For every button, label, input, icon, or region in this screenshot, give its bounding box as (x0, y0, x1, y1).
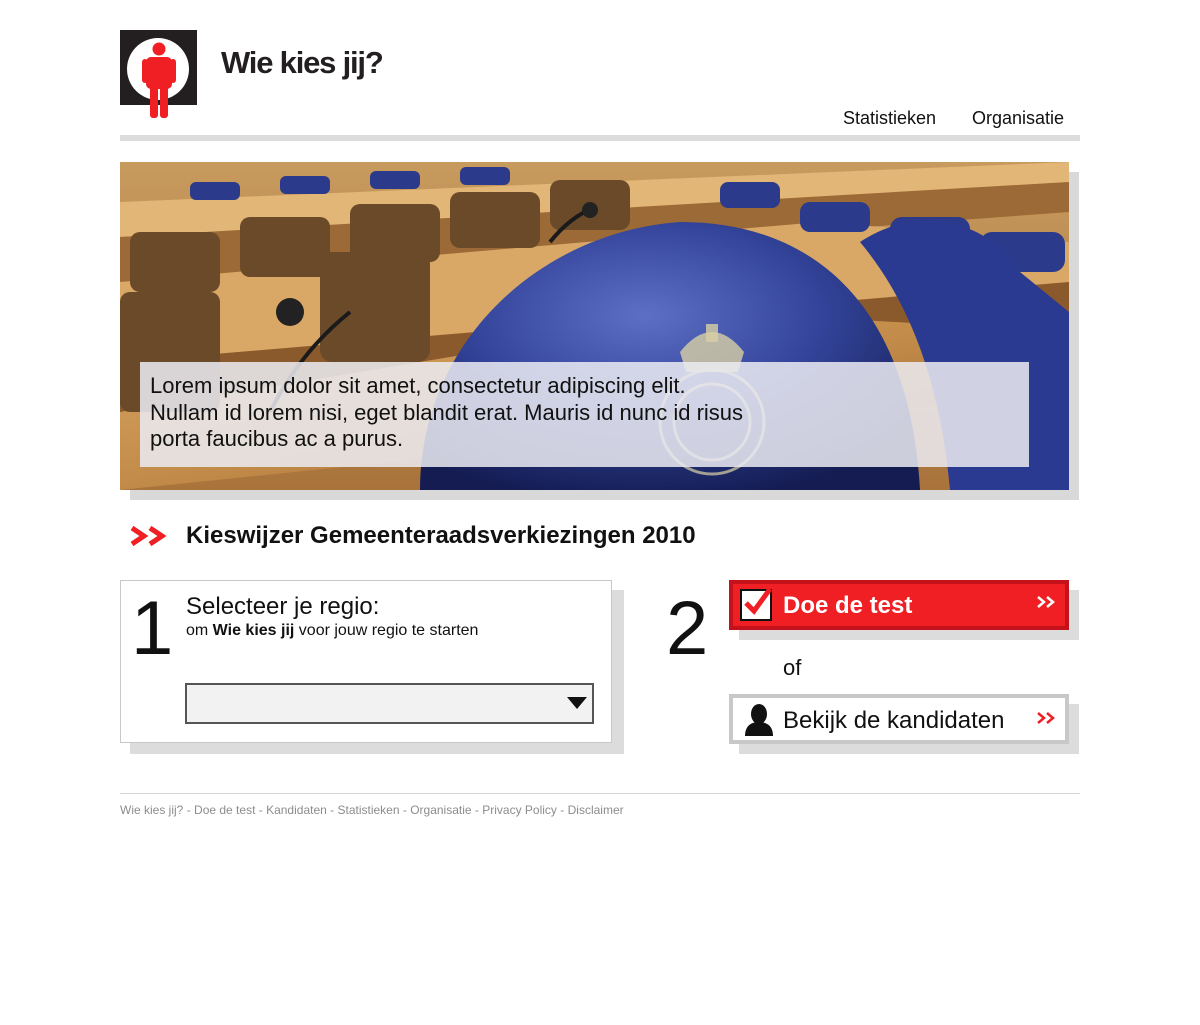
person-icon (142, 42, 176, 118)
hero-caption: Lorem ipsum dolor sit amet, consectetur … (150, 373, 744, 451)
step1-title: Selecteer je regio: (186, 593, 380, 620)
doe-de-test-label: Doe de test (783, 592, 913, 619)
hero-caption-box: Lorem ipsum dolor sit amet, consectetur … (140, 362, 1029, 467)
hero-banner: Lorem ipsum dolor sit amet, consectetur … (120, 162, 1069, 490)
region-select[interactable] (185, 683, 594, 724)
person-silhouette-icon (745, 704, 773, 736)
step2-number: 2 (666, 586, 709, 671)
nav-statistieken[interactable]: Statistieken (843, 108, 936, 129)
checkbox-check-icon (740, 587, 772, 621)
dropdown-arrow-icon[interactable] (567, 697, 587, 709)
subtitle-bold: Wie kies jij (212, 622, 295, 639)
footer-link-disclaimer[interactable]: Disclaimer (568, 803, 624, 817)
section-heading: Kieswijzer Gemeenteraadsverkiezingen 201… (186, 522, 696, 549)
header-divider (120, 135, 1080, 141)
bekijk-kandidaten-button[interactable]: Bekijk de kandidaten (729, 694, 1069, 744)
footer-links: Wie kies jij? - Doe de test - Kandidaten… (120, 803, 624, 817)
double-chevron-icon (130, 525, 167, 547)
double-chevron-icon (1037, 712, 1055, 724)
step1-subtitle: om Wie kies jij voor jouw regio te start… (186, 622, 478, 640)
double-chevron-icon (1037, 596, 1055, 608)
footer-link-statistieken[interactable]: Statistieken (337, 803, 399, 817)
doe-de-test-button[interactable]: Doe de test (729, 580, 1069, 630)
site-logo[interactable] (120, 30, 197, 118)
subtitle-prefix: om (186, 622, 213, 639)
step1-number: 1 (131, 586, 174, 671)
footer-link-home[interactable]: Wie kies jij? (120, 803, 183, 817)
bekijk-kandidaten-label: Bekijk de kandidaten (783, 707, 1005, 734)
footer-divider (120, 793, 1080, 794)
subtitle-suffix: voor jouw regio te starten (294, 622, 479, 639)
footer-link-privacy[interactable]: Privacy Policy (482, 803, 557, 817)
nav-organisatie[interactable]: Organisatie (972, 108, 1064, 129)
footer-link-doe-de-test[interactable]: Doe de test (194, 803, 255, 817)
site-title: Wie kies jij? (221, 45, 384, 80)
footer-link-kandidaten[interactable]: Kandidaten (266, 803, 327, 817)
footer-link-organisatie[interactable]: Organisatie (410, 803, 471, 817)
or-text: of (783, 655, 802, 680)
